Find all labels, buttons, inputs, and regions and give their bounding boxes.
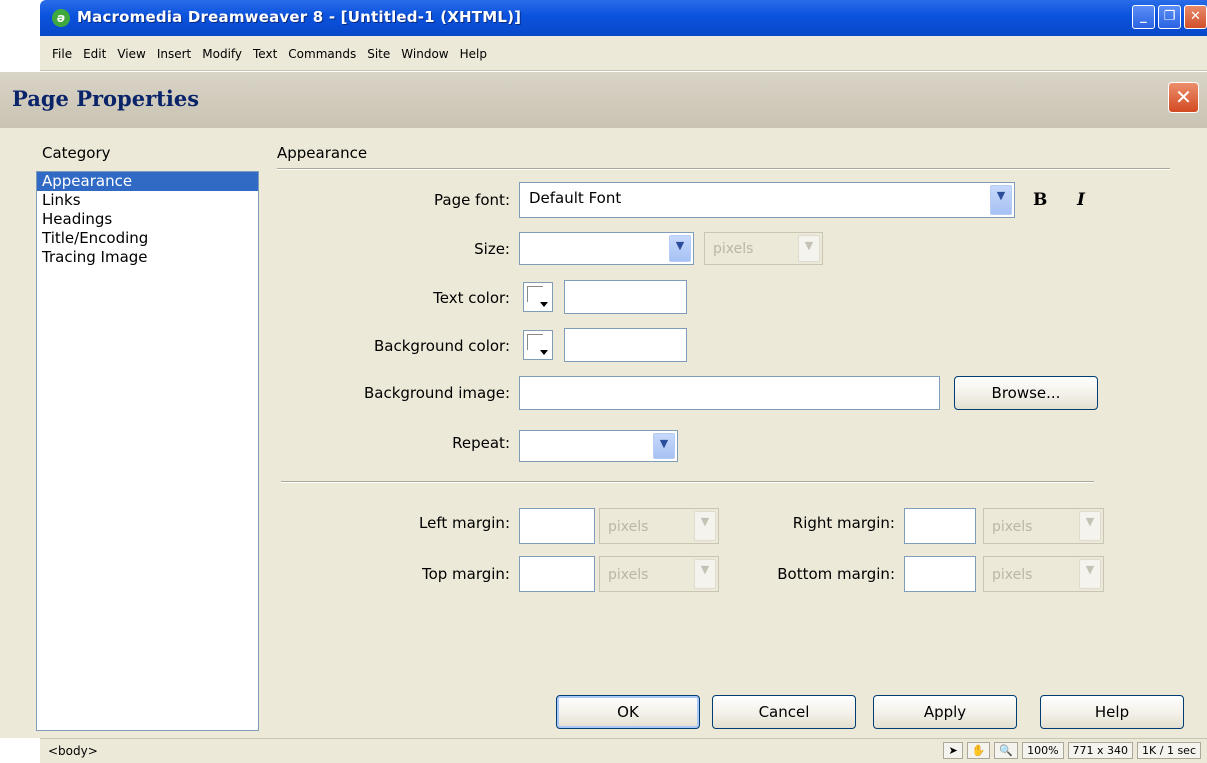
top-margin-unit: pixels bbox=[608, 567, 649, 583]
ok-button[interactable]: OK bbox=[556, 695, 700, 729]
menu-window[interactable]: Window bbox=[401, 47, 448, 61]
background-image-field[interactable] bbox=[519, 376, 940, 410]
chevron-down-icon: ▼ bbox=[990, 185, 1012, 215]
chevron-down-icon: ▼ bbox=[694, 511, 716, 541]
menu-bar: File Edit View Insert Modify Text Comman… bbox=[40, 36, 1207, 71]
bottom-margin-unit: pixels bbox=[992, 567, 1033, 583]
restore-button[interactable]: ❐ bbox=[1158, 5, 1181, 29]
text-color-label: Text color: bbox=[433, 289, 510, 307]
category-item-links[interactable]: Links bbox=[37, 191, 258, 210]
left-margin-label: Left margin: bbox=[419, 514, 510, 532]
menu-site[interactable]: Site bbox=[367, 47, 390, 61]
window-size[interactable]: 771 x 340 bbox=[1067, 742, 1134, 759]
bottom-margin-field[interactable] bbox=[904, 556, 976, 592]
dropdown-arrow-icon bbox=[540, 302, 548, 307]
bottom-margin-unit-select[interactable]: pixels ▼ bbox=[983, 556, 1104, 592]
left-margin-unit: pixels bbox=[608, 519, 649, 535]
pointer-tool-icon[interactable]: ➤ bbox=[943, 742, 963, 759]
right-margin-field[interactable] bbox=[904, 508, 976, 544]
minimize-button[interactable]: _ bbox=[1132, 5, 1155, 29]
section-title: Appearance bbox=[277, 144, 368, 162]
menu-insert[interactable]: Insert bbox=[157, 47, 191, 61]
chevron-down-icon: ▼ bbox=[694, 559, 716, 589]
apply-button[interactable]: Apply bbox=[873, 695, 1017, 729]
size-unit-value: pixels bbox=[713, 241, 754, 257]
dropdown-arrow-icon bbox=[540, 350, 548, 355]
menu-file[interactable]: File bbox=[52, 47, 72, 61]
menu-modify[interactable]: Modify bbox=[202, 47, 242, 61]
top-margin-unit-select[interactable]: pixels ▼ bbox=[599, 556, 719, 592]
dialog-title: Page Properties bbox=[12, 86, 200, 111]
download-time: 1K / 1 sec bbox=[1137, 742, 1201, 759]
background-color-label: Background color: bbox=[374, 337, 510, 355]
chevron-down-icon: ▼ bbox=[798, 235, 820, 262]
page-font-label: Page font: bbox=[434, 191, 510, 209]
category-label: Category bbox=[42, 144, 111, 162]
right-margin-label: Right margin: bbox=[792, 514, 895, 532]
menu-text[interactable]: Text bbox=[253, 47, 277, 61]
chevron-down-icon: ▼ bbox=[1079, 511, 1101, 541]
chevron-down-icon: ▼ bbox=[653, 433, 675, 459]
zoom-tool-icon[interactable]: 🔍 bbox=[994, 742, 1019, 759]
category-list[interactable]: Appearance Links Headings Title/Encoding… bbox=[36, 171, 259, 731]
category-item-appearance[interactable]: Appearance bbox=[37, 172, 258, 191]
background-image-label: Background image: bbox=[363, 384, 510, 402]
tag-selector-body[interactable]: <body> bbox=[48, 744, 98, 758]
bold-button[interactable]: B bbox=[1033, 190, 1047, 210]
app-close-button[interactable]: ✕ bbox=[1184, 5, 1207, 29]
right-margin-unit-select[interactable]: pixels ▼ bbox=[983, 508, 1104, 544]
chevron-down-icon: ▼ bbox=[669, 235, 691, 262]
chevron-down-icon: ▼ bbox=[1079, 559, 1101, 589]
category-item-tracing-image[interactable]: Tracing Image bbox=[37, 248, 258, 267]
right-margin-unit: pixels bbox=[992, 519, 1033, 535]
dreamweaver-logo-icon: ə bbox=[52, 9, 70, 27]
dialog-title-bar: Page Properties ✕ bbox=[0, 72, 1207, 128]
repeat-select[interactable]: ▼ bbox=[519, 430, 678, 462]
help-button[interactable]: Help bbox=[1040, 695, 1184, 729]
menu-commands[interactable]: Commands bbox=[288, 47, 356, 61]
italic-button[interactable]: I bbox=[1077, 190, 1085, 210]
page-properties-dialog: Category Appearance Links Headings Title… bbox=[0, 128, 1207, 738]
zoom-level[interactable]: 100% bbox=[1022, 742, 1064, 759]
browse-button[interactable]: Browse... bbox=[954, 376, 1098, 410]
bottom-margin-label: Bottom margin: bbox=[777, 565, 895, 583]
size-select[interactable]: ▼ bbox=[519, 232, 694, 265]
text-color-field[interactable] bbox=[564, 280, 687, 314]
repeat-label: Repeat: bbox=[452, 434, 510, 452]
background-color-field[interactable] bbox=[564, 328, 687, 362]
menu-edit[interactable]: Edit bbox=[83, 47, 106, 61]
margins-divider bbox=[281, 481, 1094, 483]
size-unit-select[interactable]: pixels ▼ bbox=[704, 232, 823, 265]
top-margin-label: Top margin: bbox=[421, 565, 510, 583]
cancel-button[interactable]: Cancel bbox=[712, 695, 856, 729]
top-margin-field[interactable] bbox=[519, 556, 595, 592]
menu-help[interactable]: Help bbox=[460, 47, 487, 61]
section-divider bbox=[277, 168, 1170, 170]
background-color-picker[interactable] bbox=[523, 330, 553, 360]
dialog-close-button[interactable]: ✕ bbox=[1168, 82, 1199, 113]
size-label: Size: bbox=[474, 240, 510, 258]
left-margin-unit-select[interactable]: pixels ▼ bbox=[599, 508, 719, 544]
left-margin-field[interactable] bbox=[519, 508, 595, 544]
text-color-picker[interactable] bbox=[523, 282, 553, 312]
page-font-select[interactable]: Default Font ▼ bbox=[519, 182, 1015, 218]
status-bar: <body> ➤ ✋ 🔍 100% 771 x 340 1K / 1 sec bbox=[40, 738, 1207, 763]
hand-tool-icon[interactable]: ✋ bbox=[966, 742, 991, 759]
category-item-headings[interactable]: Headings bbox=[37, 210, 258, 229]
app-title: Macromedia Dreamweaver 8 - [Untitled-1 (… bbox=[77, 8, 522, 26]
category-item-title-encoding[interactable]: Title/Encoding bbox=[37, 229, 258, 248]
app-title-bar: ə Macromedia Dreamweaver 8 - [Untitled-1… bbox=[40, 0, 1207, 36]
page-font-value: Default Font bbox=[529, 189, 622, 207]
menu-view[interactable]: View bbox=[117, 47, 145, 61]
